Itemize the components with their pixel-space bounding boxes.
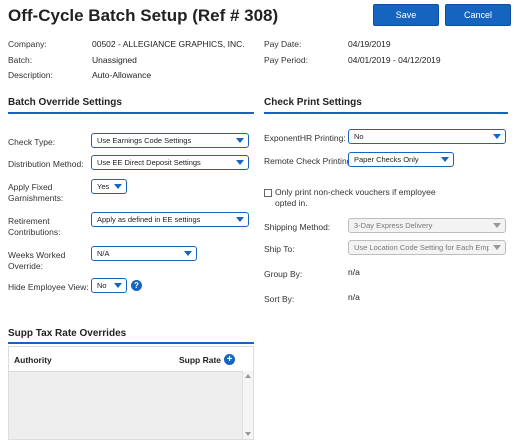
chevron-down-icon [236, 138, 244, 143]
batch-value: Unassigned [92, 55, 137, 65]
only-print-checkbox[interactable] [264, 189, 272, 197]
garnishments-value: Yes [97, 182, 110, 191]
exponent-printing-value: No [354, 132, 364, 141]
retirement-label-line1: Retirement [8, 216, 50, 226]
garnishments-label-line1: Apply Fixed [8, 182, 53, 192]
batch-label: Batch: [8, 55, 33, 65]
supp-tax-grid: Authority Supp Rate + [8, 346, 254, 440]
chevron-down-icon [184, 251, 192, 256]
chevron-down-icon [493, 223, 501, 228]
description-label: Description: [8, 70, 53, 80]
shipping-method-label: Shipping Method: [264, 222, 331, 232]
shipping-method-select[interactable]: 3-Day Express Delivery [348, 218, 506, 233]
garnishments-label-line2: Garnishments: [8, 193, 64, 203]
check-type-select[interactable]: Use Earnings Code Settings [91, 133, 249, 148]
distribution-value: Use EE Direct Deposit Settings [97, 158, 201, 167]
supp-tax-divider [8, 342, 254, 344]
retirement-label: Retirement Contributions: [8, 216, 60, 238]
garnishments-select[interactable]: Yes [91, 179, 127, 194]
weeks-worked-label-line1: Weeks Worked [8, 250, 66, 260]
company-value: 00502 - ALLEGIANCE GRAPHICS, INC. [92, 39, 245, 49]
help-icon[interactable]: ? [131, 280, 142, 291]
weeks-worked-select[interactable]: N/A [91, 246, 197, 261]
chevron-down-icon [114, 283, 122, 288]
pay-period-label: Pay Period: [264, 55, 308, 65]
page-title: Off-Cycle Batch Setup (Ref # 308) [8, 6, 279, 25]
chevron-down-icon [441, 157, 449, 162]
remote-printing-select[interactable]: Paper Checks Only [348, 152, 454, 167]
weeks-worked-label: Weeks Worked Override: [8, 250, 65, 272]
sort-by-label: Sort By: [264, 294, 295, 304]
pay-period-value: 04/01/2019 - 04/12/2019 [348, 55, 441, 65]
check-type-value: Use Earnings Code Settings [97, 136, 192, 145]
retirement-value: Apply as defined in EE settings [97, 215, 201, 224]
exponent-printing-label: ExponentHR Printing: [264, 133, 346, 143]
save-button[interactable]: Save [373, 4, 439, 26]
hide-employee-view-select[interactable]: No [91, 278, 127, 293]
batch-override-title: Batch Override Settings [8, 97, 122, 108]
authority-column-header[interactable]: Authority [14, 355, 52, 365]
hide-employee-view-value: No [97, 281, 107, 290]
only-print-line1: Only print non-check vouchers if employe… [275, 187, 436, 197]
ship-to-label: Ship To: [264, 244, 295, 254]
supp-tax-grid-header: Authority Supp Rate + [9, 347, 253, 372]
pay-date-value: 04/19/2019 [348, 39, 391, 49]
chevron-down-icon [493, 245, 501, 250]
group-by-label: Group By: [264, 269, 303, 279]
check-type-label: Check Type: [8, 137, 56, 147]
ship-to-value: Use Location Code Setting for Each Emplo… [354, 243, 489, 252]
sort-by-value: n/a [348, 292, 360, 302]
grid-scrollbar[interactable] [242, 371, 253, 439]
check-print-divider [264, 112, 508, 114]
chevron-down-icon [114, 184, 122, 189]
batch-override-divider [8, 112, 254, 114]
scroll-down-icon[interactable] [245, 432, 251, 436]
weeks-worked-value: N/A [97, 249, 110, 258]
ship-to-select[interactable]: Use Location Code Setting for Each Emplo… [348, 240, 506, 255]
supp-tax-title: Supp Tax Rate Overrides [8, 328, 127, 339]
chevron-down-icon [236, 217, 244, 222]
pay-date-label: Pay Date: [264, 39, 302, 49]
remote-printing-value: Paper Checks Only [354, 155, 419, 164]
chevron-down-icon [493, 134, 501, 139]
distribution-label: Distribution Method: [8, 159, 84, 169]
description-value: Auto-Allowance [92, 70, 152, 80]
check-print-title: Check Print Settings [264, 97, 362, 108]
add-icon[interactable]: + [224, 354, 235, 365]
scroll-up-icon[interactable] [245, 374, 251, 378]
hide-employee-view-label: Hide Employee View: [8, 282, 89, 292]
retirement-select[interactable]: Apply as defined in EE settings [91, 212, 249, 227]
supp-rate-column-header[interactable]: Supp Rate [179, 355, 221, 365]
cancel-button[interactable]: Cancel [445, 4, 511, 26]
garnishments-label: Apply Fixed Garnishments: [8, 182, 63, 204]
exponent-printing-select[interactable]: No [348, 129, 506, 144]
weeks-worked-label-line2: Override: [8, 261, 43, 271]
only-print-label: Only print non-check vouchers if employe… [275, 187, 436, 209]
group-by-value: n/a [348, 267, 360, 277]
only-print-line2: opted in. [275, 198, 308, 208]
shipping-method-value: 3-Day Express Delivery [354, 221, 433, 230]
remote-printing-label: Remote Check Printing: [264, 156, 354, 166]
distribution-select[interactable]: Use EE Direct Deposit Settings [91, 155, 249, 170]
retirement-label-line2: Contributions: [8, 227, 61, 237]
company-label: Company: [8, 39, 47, 49]
chevron-down-icon [236, 160, 244, 165]
